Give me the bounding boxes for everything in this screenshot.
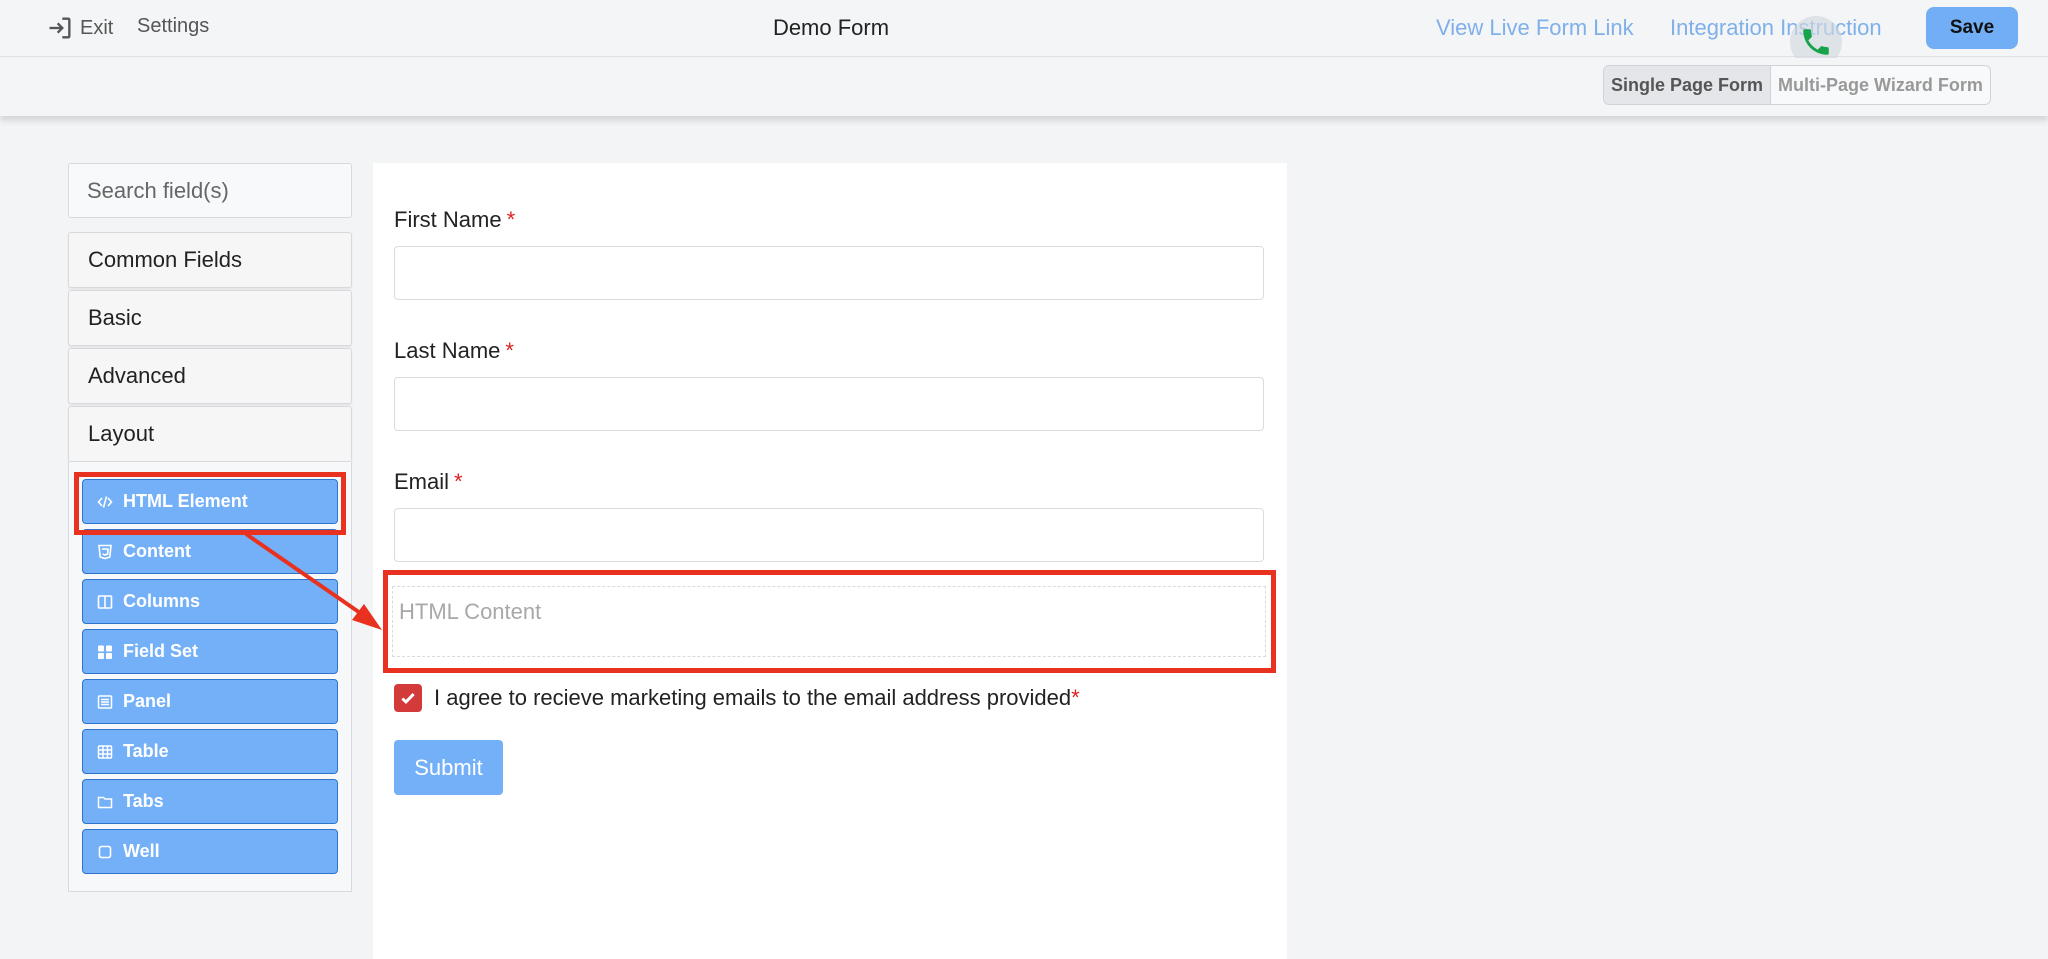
layout-components-panel: HTML Element Content Columns Field Set P… <box>68 462 352 892</box>
view-live-form-link[interactable]: View Live Form Link <box>1436 15 1634 41</box>
required-marker: * <box>505 338 514 363</box>
form-canvas: First Name * Last Name * Email * HTML Conte… <box>373 163 1287 959</box>
table-icon <box>97 744 113 759</box>
last-name-input[interactable] <box>394 377 1264 431</box>
group-layout[interactable]: Layout <box>68 406 352 462</box>
phone-icon <box>1803 29 1829 55</box>
group-advanced[interactable]: Advanced <box>68 348 352 404</box>
folder-icon <box>97 796 113 808</box>
save-button[interactable]: Save <box>1926 7 2018 49</box>
component-tabs[interactable]: Tabs <box>82 779 338 824</box>
consent-label-text: I agree to recieve marketing emails to t… <box>434 685 1072 710</box>
required-marker: * <box>506 207 516 232</box>
email-label: Email * <box>394 469 463 495</box>
form-mode-toggle: Single Page Form Multi-Page Wizard Form <box>1603 65 1991 105</box>
component-well[interactable]: Well <box>82 829 338 874</box>
search-fields-input[interactable]: Search field(s) <box>68 163 352 218</box>
component-label: HTML Element <box>123 491 248 511</box>
list-alt-icon <box>97 694 113 709</box>
last-name-label-text: Last Name <box>394 338 501 363</box>
component-label: Field Set <box>123 641 199 661</box>
component-label: Columns <box>123 591 201 611</box>
th-large-icon <box>98 645 112 659</box>
email-input[interactable] <box>394 508 1264 562</box>
columns-icon <box>97 594 113 609</box>
group-basic[interactable]: Basic <box>68 290 352 346</box>
single-page-form-option[interactable]: Single Page Form <box>1604 66 1772 104</box>
submit-button[interactable]: Submit <box>394 740 503 795</box>
first-name-label: First Name * <box>394 207 515 233</box>
component-label: Table <box>123 741 169 761</box>
required-marker: * <box>454 469 463 494</box>
checkmark-icon <box>401 693 415 704</box>
html-content-element[interactable]: HTML Content <box>392 586 1266 657</box>
component-sidebar: Search field(s) Common Fields Basic Adva… <box>68 163 352 462</box>
last-name-label: Last Name * <box>394 338 514 364</box>
component-content[interactable]: Content <box>82 529 338 574</box>
code-icon <box>97 495 113 508</box>
consent-checkbox[interactable] <box>394 684 422 712</box>
component-table[interactable]: Table <box>82 729 338 774</box>
component-label: Well <box>123 841 160 861</box>
email-label-text: Email <box>394 469 450 494</box>
first-name-input[interactable] <box>394 246 1264 300</box>
top-bar: Exit Settings Demo Form View Live Form L… <box>0 0 2048 68</box>
mode-bar: Single Page Form Multi-Page Wizard Form <box>0 58 2048 116</box>
consent-label: I agree to recieve marketing emails to t… <box>434 685 1080 711</box>
component-field-set[interactable]: Field Set <box>82 629 338 674</box>
component-label: Content <box>123 541 191 561</box>
html-content-placeholder: HTML Content <box>399 599 542 624</box>
multi-page-wizard-form-option[interactable]: Multi-Page Wizard Form <box>1771 66 1990 104</box>
component-panel[interactable]: Panel <box>82 679 338 724</box>
first-name-label-text: First Name <box>394 207 502 232</box>
component-html-element[interactable]: HTML Element <box>82 479 338 524</box>
component-label: Tabs <box>123 791 164 811</box>
html5-icon <box>98 544 112 559</box>
component-columns[interactable]: Columns <box>82 579 338 624</box>
integration-instruction-link[interactable]: Integration Instruction <box>1670 15 1882 41</box>
group-common-fields[interactable]: Common Fields <box>68 232 352 288</box>
page-title: Demo Form <box>772 15 890 40</box>
component-label: Panel <box>123 691 172 711</box>
required-marker: * <box>1071 685 1080 710</box>
square-icon <box>98 845 112 858</box>
